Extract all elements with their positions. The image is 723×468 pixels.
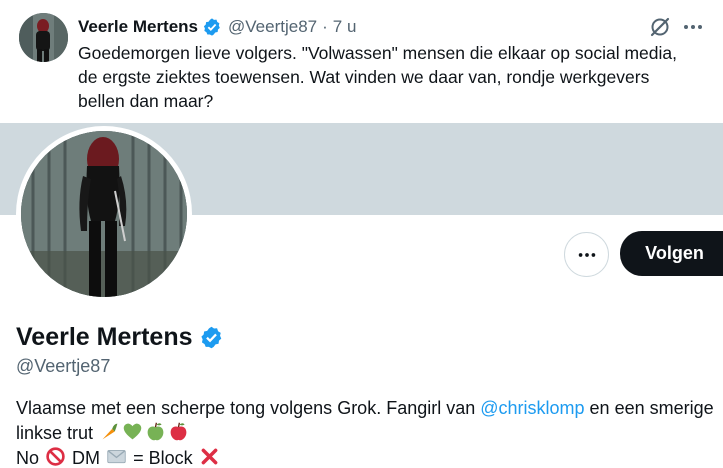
green-heart-icon — [123, 423, 142, 440]
profile-more-button[interactable] — [564, 232, 609, 277]
green-apple-icon — [147, 422, 164, 441]
bio-text: DM — [72, 448, 101, 468]
follow-button[interactable]: Volgen — [620, 231, 723, 276]
tweet-handle[interactable]: @Veertje87 — [228, 17, 317, 37]
more-icon[interactable] — [681, 15, 705, 39]
bio-mention-link[interactable]: @chrisklomp — [480, 398, 584, 418]
tweet-timestamp[interactable]: 7 u — [333, 17, 357, 37]
tweet-text: Goedemorgen lieve volgers. "Volwassen" m… — [78, 43, 677, 111]
separator-dot: · — [322, 17, 328, 36]
profile-bio: Vlaamse met een scherpe tong volgens Gro… — [16, 396, 716, 468]
tweet-author-name[interactable]: Veerle Mertens — [78, 17, 198, 37]
tweet-header: Veerle Mertens @Veertje87 · 7 u — [78, 16, 356, 38]
bio-text: = Block — [133, 448, 193, 468]
tweet-card[interactable]: Veerle Mertens @Veertje87 · 7 u Goedemor… — [0, 0, 723, 123]
profile-name: Veerle Mertens — [16, 323, 193, 351]
profile-avatar-frame[interactable] — [16, 126, 192, 302]
profile-name-row: Veerle Mertens — [16, 323, 224, 352]
bio-text: No — [16, 448, 40, 468]
verified-badge-icon — [203, 18, 220, 36]
cross-mark-icon — [201, 448, 217, 465]
red-apple-icon — [170, 422, 187, 441]
tweet-avatar[interactable] — [19, 13, 68, 62]
envelope-icon — [107, 449, 126, 464]
carrot-icon — [102, 423, 118, 440]
more-icon — [578, 252, 595, 257]
prohibited-icon — [46, 447, 65, 466]
profile-avatar[interactable] — [21, 131, 187, 297]
verified-badge-icon[interactable] — [199, 325, 224, 350]
profile-handle: @Veertje87 — [16, 356, 111, 376]
grok-icon[interactable] — [648, 15, 672, 39]
bio-text: Vlaamse met een scherpe tong volgens Gro… — [16, 398, 481, 418]
